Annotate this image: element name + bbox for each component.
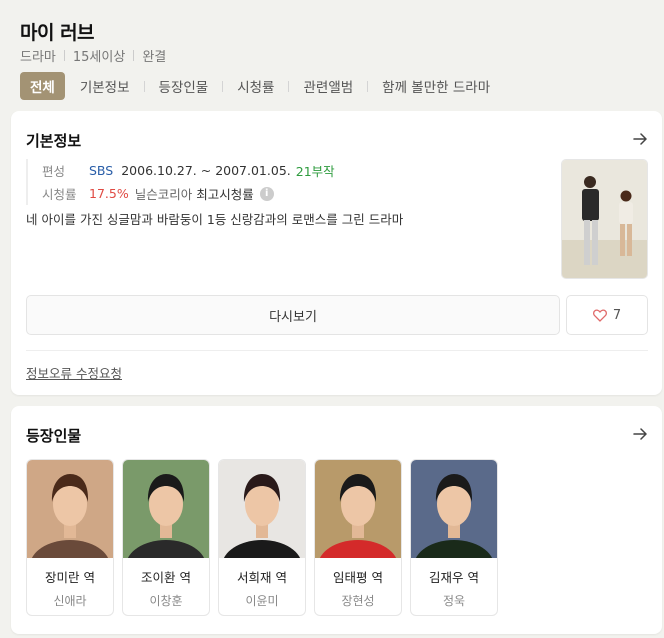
heart-icon <box>592 309 607 322</box>
meta-divider <box>133 50 135 61</box>
divider <box>26 350 648 351</box>
tab-divider <box>143 80 145 92</box>
drama-description: 네 아이를 가진 싱글맘과 바람둥이 1등 신랑감과의 로맨스를 그린 드라마 <box>26 212 404 227</box>
cast-actor: 이윤미 <box>245 594 279 608</box>
cast-actor: 정욱 <box>442 594 466 608</box>
arrow-right-icon[interactable] <box>632 131 648 147</box>
cast-photo <box>27 460 113 558</box>
rewatch-button[interactable]: 다시보기 <box>26 295 560 335</box>
episode-count[interactable]: 21부작 <box>296 161 335 180</box>
meta-info: 드라마 15세이상 완결 <box>20 46 166 65</box>
meta-rating: 15세이상 <box>72 50 126 65</box>
basic-info-title: 기본정보 <box>26 132 82 150</box>
cast-item[interactable]: 서희재 역 이윤미 <box>218 459 306 616</box>
rating-value: 17.5% <box>89 186 129 201</box>
tab-albums[interactable]: 관련앨범 <box>303 72 353 100</box>
info-icon[interactable]: i <box>259 186 274 201</box>
cast-card: 등장인물 장미란 역 신애라 조이환 역 이창훈 서희재 역 이윤미 임태평 역… <box>11 406 662 634</box>
rating-source: 닐슨코리아 <box>134 187 193 202</box>
page-title: 마이 러브 <box>20 22 95 44</box>
tab-ratings[interactable]: 시청률 <box>237 72 274 100</box>
broadcaster[interactable]: SBS <box>89 163 113 178</box>
cast-title: 등장인물 <box>26 427 82 445</box>
arrow-right-icon[interactable] <box>632 426 648 442</box>
poster-image <box>562 160 647 278</box>
rating-note: 최고시청률 <box>196 187 254 202</box>
cast-role: 서희재 역 <box>237 570 287 585</box>
cast-role: 장미란 역 <box>45 570 95 585</box>
cast-item[interactable]: 임태평 역 장현성 <box>314 459 402 616</box>
basic-info-card: 기본정보 편성 SBS 2006.10.27. ~ 2007.01.05. 21… <box>11 111 662 395</box>
drama-header: 마이 러브 드라마 15세이상 완결 전체 기본정보 등장인물 시청률 관련앨범… <box>0 0 664 110</box>
like-button[interactable]: 7 <box>566 295 648 335</box>
broadcast-period: 2006.10.27. ~ 2007.01.05. <box>121 163 291 178</box>
info-block: 편성 SBS 2006.10.27. ~ 2007.01.05. 21부작 시청… <box>26 159 546 229</box>
drama-poster[interactable] <box>561 159 648 279</box>
schedule-row: 편성 SBS 2006.10.27. ~ 2007.01.05. 21부작 <box>26 159 546 182</box>
rating-row: 시청률 17.5% 닐슨코리아 최고시청률 i <box>26 182 546 205</box>
cast-actor: 신애라 <box>53 594 87 608</box>
tab-all[interactable]: 전체 <box>20 72 65 100</box>
tab-divider <box>288 80 290 92</box>
schedule-label: 편성 <box>42 164 66 179</box>
cast-item[interactable]: 김재우 역 정욱 <box>410 459 498 616</box>
cast-list: 장미란 역 신애라 조이환 역 이창훈 서희재 역 이윤미 임태평 역 장현성 … <box>26 459 506 616</box>
cast-actor: 장현성 <box>341 594 375 608</box>
meta-status: 완결 <box>142 50 167 65</box>
cast-role: 김재우 역 <box>429 570 479 585</box>
cast-actor: 이창훈 <box>149 594 183 608</box>
like-count: 7 <box>612 307 622 323</box>
tab-basic-info[interactable]: 기본정보 <box>80 72 130 100</box>
meta-genre: 드라마 <box>20 50 56 65</box>
report-error-link[interactable]: 정보오류 수정요청 <box>26 363 122 382</box>
tab-cast[interactable]: 등장인물 <box>159 72 209 100</box>
cast-role: 임태평 역 <box>333 570 383 585</box>
tab-bar: 전체 기본정보 등장인물 시청률 관련앨범 함께 볼만한 드라마 <box>20 72 490 100</box>
cast-photo <box>315 460 401 558</box>
meta-divider <box>63 50 65 61</box>
tab-related-dramas[interactable]: 함께 볼만한 드라마 <box>382 72 490 100</box>
cast-role: 조이환 역 <box>141 570 191 585</box>
cast-photo <box>219 460 305 558</box>
tab-divider <box>222 80 224 92</box>
cast-item[interactable]: 조이환 역 이창훈 <box>122 459 210 616</box>
rating-label: 시청률 <box>42 187 77 202</box>
cast-photo <box>123 460 209 558</box>
cast-item[interactable]: 장미란 역 신애라 <box>26 459 114 616</box>
tab-divider <box>367 80 369 92</box>
cast-photo <box>411 460 497 558</box>
